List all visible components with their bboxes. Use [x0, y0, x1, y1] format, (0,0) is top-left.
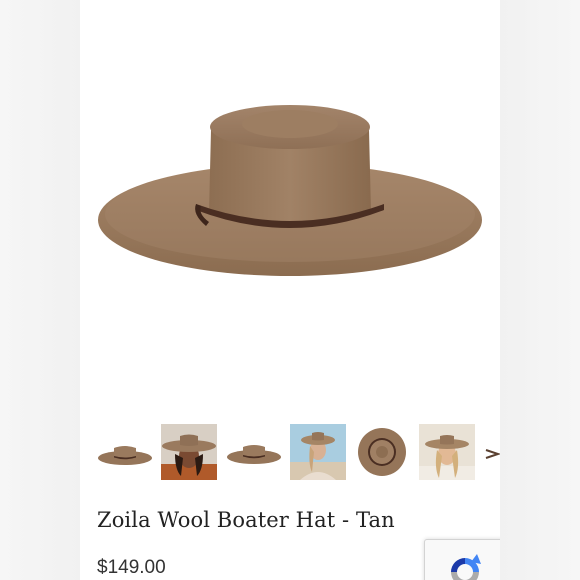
- background-left: [0, 0, 80, 580]
- main-product-image[interactable]: [80, 0, 500, 410]
- product-title: Zoila Wool Boater Hat - Tan: [97, 508, 395, 532]
- thumb-woman-smiling-hat[interactable]: [419, 424, 475, 480]
- thumb-hat-side[interactable]: [97, 424, 153, 480]
- thumb-woman-wearing-hat[interactable]: [161, 424, 217, 480]
- product-page: Zoila Wool Boater Hat - Tan $149.00: [80, 0, 500, 580]
- recaptcha-logo-icon: [451, 554, 481, 580]
- thumb-woman-beach-hat[interactable]: [290, 424, 346, 480]
- product-price: $149.00: [97, 557, 166, 578]
- thumb-hat-side-2[interactable]: [226, 424, 282, 480]
- background-right: [500, 0, 580, 580]
- recaptcha-badge[interactable]: [424, 539, 500, 580]
- chevron-right-icon[interactable]: [484, 444, 500, 464]
- thumb-hat-top-view[interactable]: [354, 424, 410, 480]
- thumbnail-strip: [80, 420, 500, 486]
